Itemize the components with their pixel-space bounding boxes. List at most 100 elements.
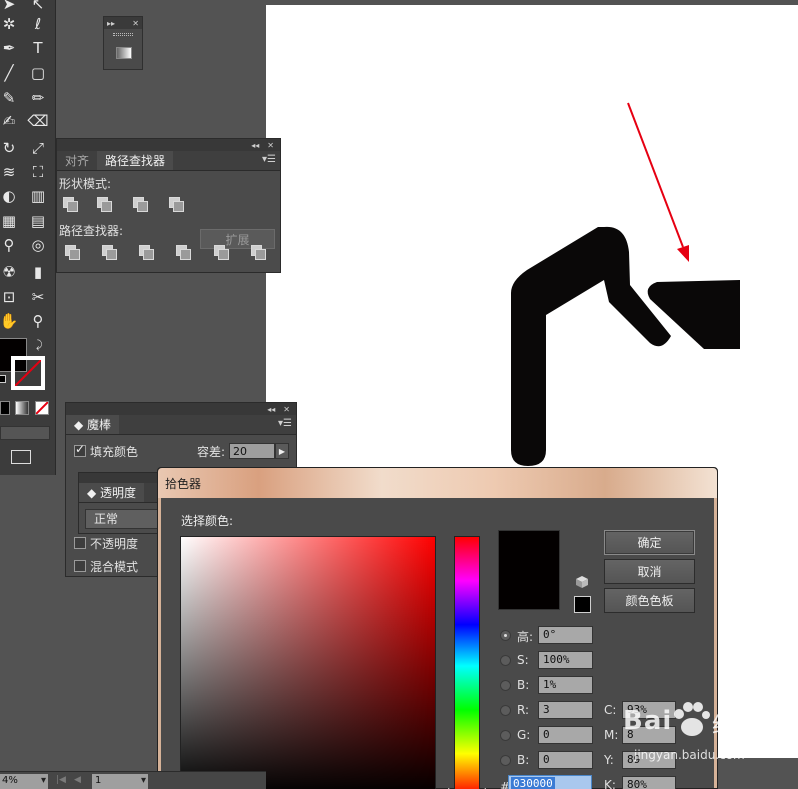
line-tool-icon[interactable]: ╱ (0, 63, 20, 83)
saturation-input[interactable]: 100% (538, 651, 593, 669)
magic-wand-tool-icon[interactable]: ✲ (0, 14, 20, 34)
first-page-icon[interactable]: |◀ (56, 775, 66, 785)
cyan-label: C: (604, 703, 617, 717)
minus-front-icon[interactable] (97, 197, 112, 212)
mesh-tool-icon[interactable]: ▦ (0, 211, 20, 231)
tolerance-input[interactable]: 20 (229, 443, 275, 459)
green-radio[interactable] (500, 730, 511, 741)
symbol-sprayer-tool-icon[interactable]: ☢ (0, 262, 20, 282)
black-input[interactable]: 80% (622, 776, 676, 789)
red-input[interactable]: 3 (538, 701, 593, 719)
close-panel-icon[interactable]: ✕ (267, 141, 274, 150)
tab-pathfinder[interactable]: 路径查找器 (97, 151, 174, 170)
cancel-button[interactable]: 取消 (604, 559, 695, 584)
opacity-checkbox[interactable] (74, 537, 86, 549)
web-color-cube-icon[interactable] (576, 576, 588, 588)
fill-color-label: 填充颜色 (90, 445, 139, 459)
scale-tool-icon[interactable]: ⤢ (27, 138, 49, 158)
blend-mode-checkbox[interactable] (74, 560, 86, 572)
rotate-tool-icon[interactable]: ↻ (0, 138, 20, 158)
magenta-input[interactable]: 8 (622, 726, 676, 744)
eraser-tool-icon[interactable]: ⌫ (27, 111, 49, 131)
tab-magic-wand[interactable]: ◆ 魔棒 (66, 415, 120, 434)
unite-icon[interactable] (63, 197, 78, 212)
gradient-tool-icon[interactable]: ▤ (27, 211, 49, 231)
column-graph-tool-icon[interactable]: ▮ (27, 262, 49, 282)
merge-icon[interactable] (139, 245, 154, 260)
free-transform-tool-icon[interactable]: ⛶ (27, 162, 49, 182)
hue-slider[interactable] (454, 536, 480, 789)
none-mode-icon[interactable] (35, 401, 49, 415)
minus-back-icon[interactable] (251, 245, 266, 260)
lasso-tool-icon[interactable]: ℓ (27, 14, 49, 34)
hue-input[interactable]: 0° (538, 626, 593, 644)
saturation-radio[interactable] (500, 655, 511, 666)
ok-button[interactable]: 确定 (604, 530, 695, 555)
web-safe-swatch[interactable] (574, 596, 591, 613)
blue-radio[interactable] (500, 755, 511, 766)
draw-mode-icons[interactable] (0, 426, 50, 440)
tab-align[interactable]: 对齐 (57, 151, 97, 170)
artboard-tool-icon[interactable]: ⊡ (0, 287, 20, 307)
panel-menu-icon[interactable]: ▾☰ (278, 418, 292, 429)
brightness-radio[interactable] (500, 680, 511, 691)
color-swatches-button[interactable]: 颜色色板 (604, 588, 695, 613)
eyedropper-tool-icon[interactable]: ⚲ (0, 235, 20, 255)
hand-tool-icon[interactable]: ✋ (0, 311, 20, 331)
page-select[interactable]: 1 (92, 774, 148, 789)
direct-selection-tool-icon[interactable]: ↖ (27, 0, 49, 14)
prev-page-icon[interactable]: ◀ (74, 775, 81, 785)
collapse-panel-icon[interactable]: ◂◂ (267, 405, 275, 414)
outline-icon[interactable] (214, 245, 229, 260)
graph-tool-icon[interactable]: ▥ (27, 186, 49, 206)
saturation-brightness-field[interactable] (180, 536, 436, 789)
pen-tool-icon[interactable]: ✒ (0, 38, 20, 58)
fill-color-checkbox[interactable] (74, 442, 86, 457)
hex-input[interactable]: 030000 (508, 775, 592, 789)
slice-tool-icon[interactable]: ✂ (27, 287, 49, 307)
screen-mode-icon[interactable] (11, 450, 31, 464)
hue-label: 高: (517, 630, 534, 644)
zoom-select[interactable]: 4% (0, 774, 48, 789)
tolerance-arrow-icon[interactable]: ▶ (275, 443, 289, 459)
blend-mode-select[interactable]: 正常 (85, 509, 159, 529)
trim-icon[interactable] (102, 245, 117, 260)
selection-tool-icon[interactable]: ➤ (0, 0, 20, 14)
collapse-panel-icon[interactable]: ◂◂ (251, 141, 259, 150)
cyan-input[interactable]: 93% (622, 701, 676, 719)
yellow-input[interactable]: 89 (622, 751, 676, 769)
close-panel-icon[interactable]: ✕ (283, 405, 290, 414)
expand-panel-icon[interactable]: ▸▸ (107, 19, 115, 28)
intersect-icon[interactable] (133, 197, 148, 212)
blob-brush-tool-icon[interactable]: ✍ (0, 111, 20, 131)
tab-transparency[interactable]: ◆ 透明度 (79, 483, 145, 502)
crop-icon[interactable] (176, 245, 191, 260)
dialog-title[interactable]: 拾色器 (158, 468, 717, 498)
divide-icon[interactable] (65, 245, 80, 260)
panel-menu-icon[interactable]: ▾☰ (262, 154, 276, 165)
warp-tool-icon[interactable]: ≋ (0, 162, 20, 182)
red-radio[interactable] (500, 705, 511, 716)
type-tool-icon[interactable]: T (27, 38, 49, 58)
rectangle-tool-icon[interactable]: ▢ (27, 63, 49, 83)
hue-radio[interactable] (500, 630, 511, 641)
blend-tool-icon[interactable]: ◎ (27, 235, 49, 255)
dialog-body: 选择颜色: 确定 取消 颜色色板 高: 0° S: 100% B: 1% R: … (158, 498, 717, 789)
swap-fill-stroke-icon[interactable]: ⤸ (36, 338, 43, 352)
tab-transparency-label: 透明度 (100, 486, 137, 500)
gradient-icon[interactable] (116, 47, 132, 59)
gradient-mode-icon[interactable] (15, 401, 29, 415)
green-input[interactable]: 0 (538, 726, 593, 744)
blue-input[interactable]: 0 (538, 751, 593, 769)
zoom-tool-icon[interactable]: ⚲ (27, 311, 49, 331)
brightness-input[interactable]: 1% (538, 676, 593, 694)
default-colors-icon[interactable] (0, 375, 6, 383)
panel-grip[interactable] (113, 33, 133, 36)
stroke-swatch[interactable] (11, 356, 45, 390)
color-mode-icon[interactable] (0, 401, 10, 415)
pencil-tool-icon[interactable]: ✏ (27, 88, 49, 108)
paintbrush-tool-icon[interactable]: ✎ (0, 88, 20, 108)
shape-builder-tool-icon[interactable]: ◐ (0, 186, 20, 206)
close-panel-icon[interactable]: ✕ (132, 19, 139, 28)
exclude-icon[interactable] (169, 197, 184, 212)
